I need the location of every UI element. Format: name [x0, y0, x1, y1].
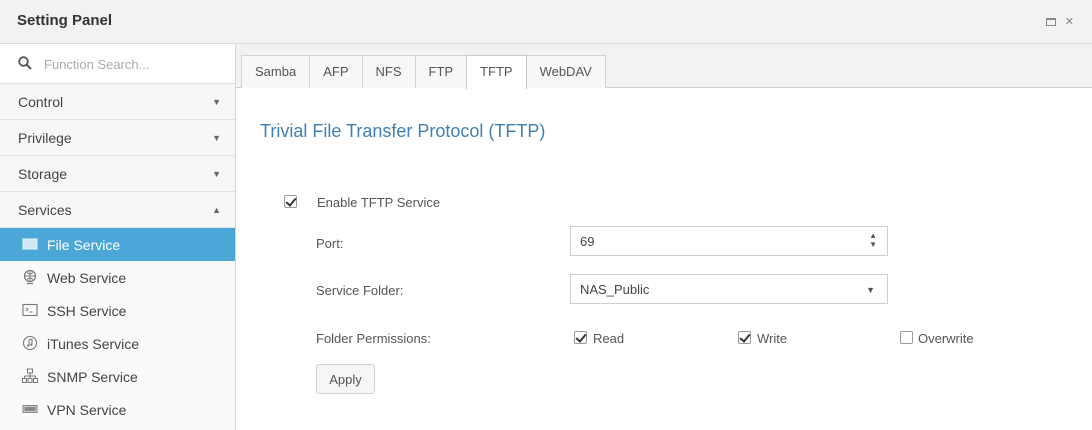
service-folder-value: NAS_Public: [580, 282, 650, 297]
search-input[interactable]: [42, 53, 222, 75]
tab-samba[interactable]: Samba: [241, 55, 311, 88]
sidebar-item-label: VPN Service: [47, 402, 127, 418]
chevron-down-icon: ▼: [212, 97, 221, 107]
vpn-icon: [22, 405, 38, 413]
sidebar-item-vpn-service[interactable]: VPN Service: [0, 393, 235, 426]
sidebar-item-label: SNMP Service: [47, 369, 138, 385]
service-folder-select[interactable]: NAS_Public ▼: [570, 274, 888, 304]
port-label: Port:: [316, 236, 344, 251]
globe-icon: [23, 269, 37, 285]
apply-button[interactable]: Apply: [316, 364, 375, 394]
search-icon: [18, 56, 32, 70]
function-search: [0, 44, 235, 84]
tab-nfs[interactable]: NFS: [361, 55, 416, 88]
category-label: Storage: [18, 166, 68, 182]
chevron-up-icon: ▲: [212, 205, 221, 215]
overwrite-label: Overwrite: [918, 331, 974, 346]
write-checkbox[interactable]: [738, 331, 751, 344]
restore-window-icon[interactable]: ✕: [1045, 15, 1080, 28]
sidebar-item-web-service[interactable]: Web Service: [0, 261, 235, 294]
category-privilege[interactable]: Privilege ▼: [0, 120, 235, 156]
port-value: 69: [580, 234, 595, 249]
sidebar: Control ▼ Privilege ▼ Storage ▼ Services…: [0, 44, 236, 430]
port-input[interactable]: 69 ▲ ▼: [570, 226, 888, 256]
category-control[interactable]: Control ▼: [0, 84, 235, 120]
category-storage[interactable]: Storage ▼: [0, 156, 235, 192]
service-folder-label: Service Folder:: [316, 283, 404, 298]
sidebar-item-ssh-service[interactable]: SSH Service: [0, 294, 235, 327]
enable-tftp-checkbox[interactable]: [284, 195, 297, 208]
sidebar-item-label: File Service: [47, 237, 121, 253]
window-title: Setting Panel: [17, 12, 113, 29]
category-label: Control: [18, 94, 64, 110]
read-checkbox[interactable]: [574, 331, 587, 344]
category-label: Services: [18, 202, 72, 218]
section-heading: Trivial File Transfer Protocol (TFTP): [260, 121, 546, 141]
stepper-arrows-icon[interactable]: ▲ ▼: [869, 231, 877, 249]
sidebar-item-label: iTunes Service: [47, 336, 140, 352]
read-label: Read: [593, 331, 625, 346]
sidebar-item-file-service[interactable]: File Service: [0, 228, 235, 261]
tab-afp[interactable]: AFP: [309, 55, 363, 88]
chevron-down-icon: ▼: [866, 285, 875, 295]
chevron-down-icon: ▼: [212, 133, 221, 143]
sidebar-item-snmp-service[interactable]: SNMP Service: [0, 360, 235, 393]
tab-webdav[interactable]: WebDAV: [525, 55, 606, 88]
sidebar-item-label: Web Service: [47, 270, 127, 286]
enable-tftp-label: Enable TFTP Service: [317, 195, 441, 210]
tab-tftp[interactable]: TFTP: [466, 55, 527, 89]
terminal-icon: [22, 303, 38, 317]
folder-permissions-label: Folder Permissions:: [316, 331, 431, 346]
category-services[interactable]: Services ▲: [0, 192, 235, 228]
close-icon[interactable]: ✕: [1065, 16, 1080, 28]
overwrite-checkbox[interactable]: [900, 331, 913, 344]
network-tree-icon: [22, 368, 38, 383]
sidebar-item-label: SSH Service: [47, 303, 127, 319]
title-bar: Setting Panel ✕: [0, 0, 1092, 44]
main-panel: Samba AFP NFS FTP TFTP WebDAV Trivial Fi…: [236, 44, 1092, 430]
write-label: Write: [757, 331, 788, 346]
service-tab-bar: Samba AFP NFS FTP TFTP WebDAV: [236, 44, 1092, 89]
sidebar-item-itunes-service[interactable]: iTunes Service: [0, 327, 235, 360]
category-label: Privilege: [18, 130, 72, 146]
music-note-icon: [22, 335, 38, 351]
tab-ftp[interactable]: FTP: [414, 55, 468, 88]
chevron-down-icon: ▼: [212, 169, 221, 179]
file-service-icon: [22, 238, 38, 250]
